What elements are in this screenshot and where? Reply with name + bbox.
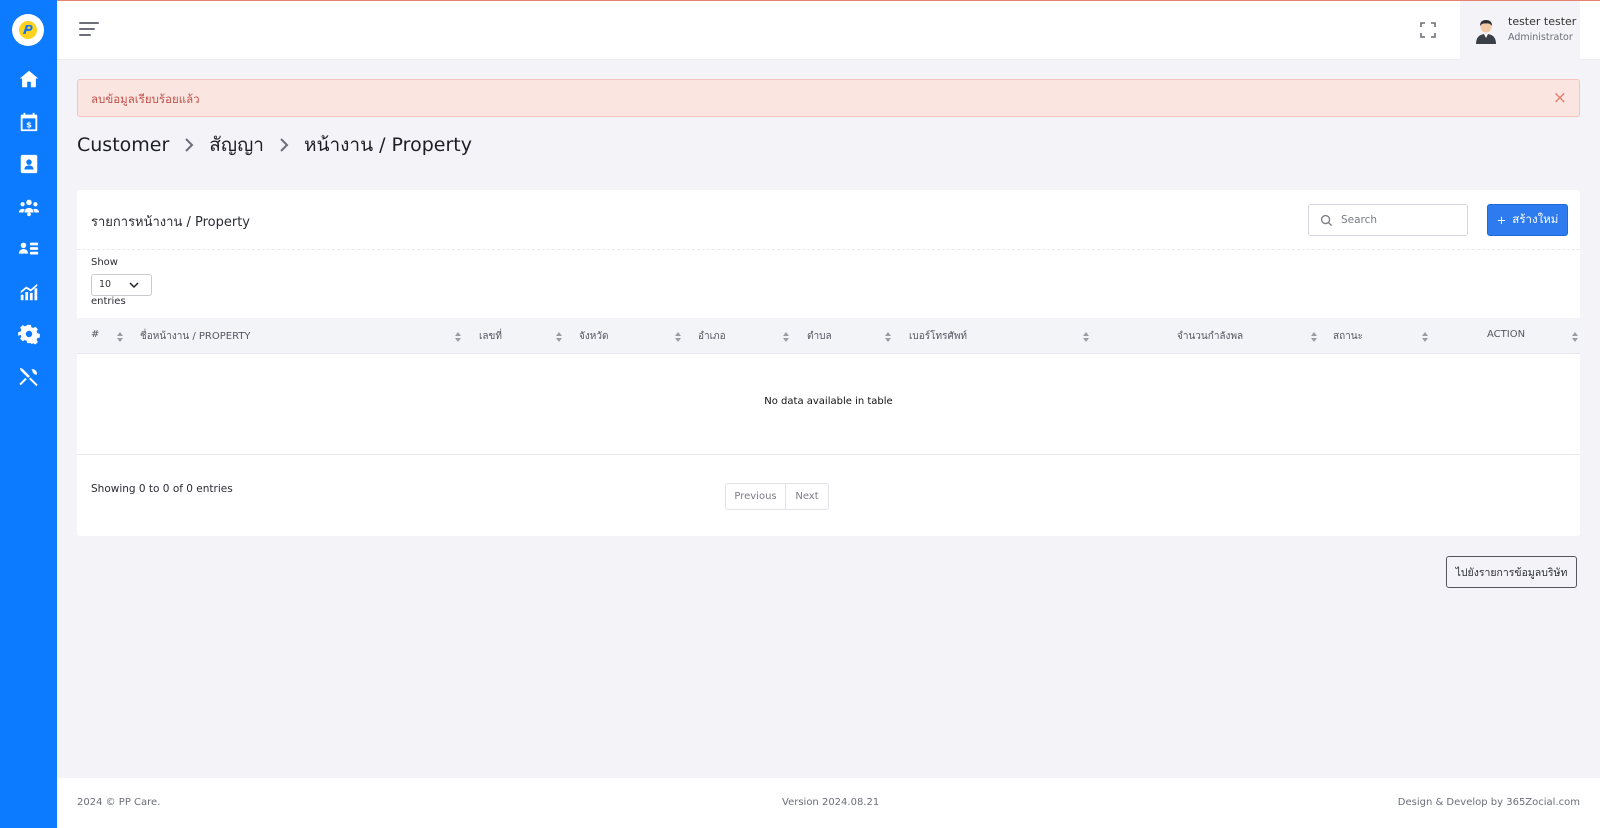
card-title: รายการหน้างาน / Property <box>91 215 250 230</box>
entries-label: entries <box>91 296 126 307</box>
sidebar: $ <box>0 0 57 828</box>
sidebar-item-analytics[interactable] <box>0 272 57 312</box>
goto-company-list-button[interactable]: ไปยังรายการข้อมูลบริษัท <box>1446 556 1577 588</box>
sidebar-item-team[interactable] <box>0 187 57 227</box>
column-header-phone[interactable]: เบอร์โทรศัพท์ <box>909 329 967 344</box>
chevron-right-icon <box>169 138 209 152</box>
settings-gear-icon <box>17 324 40 345</box>
table-info: Showing 0 to 0 of 0 entries <box>91 483 233 495</box>
sidebar-item-user-list[interactable] <box>0 229 57 269</box>
sidebar-item-settings[interactable] <box>0 314 57 354</box>
sort-icon[interactable] <box>1572 332 1578 342</box>
sort-icon[interactable] <box>783 332 789 342</box>
table-row-empty: No data available in table <box>77 354 1580 455</box>
page-size-value: 10 <box>99 279 112 290</box>
success-alert: ลบข้อมูลเรียบร้อยแล้ว × <box>77 79 1580 117</box>
close-icon[interactable]: × <box>1553 89 1567 107</box>
user-menu[interactable]: tester tester Administrator <box>1460 1 1580 60</box>
next-page-button[interactable]: Next <box>786 483 829 510</box>
billing-calendar-icon: $ <box>20 112 37 132</box>
create-new-button[interactable]: + สร้างใหม่ <box>1487 204 1568 236</box>
column-header-staff-count[interactable]: จำนวนกำลังพล <box>1177 329 1243 344</box>
column-header-index[interactable]: # <box>91 329 99 340</box>
user-name: tester tester <box>1508 15 1577 28</box>
sort-icon[interactable] <box>1083 332 1089 342</box>
breadcrumb: Customer สัญญา หน้างาน / Property <box>77 132 472 158</box>
breadcrumb-item-contract[interactable]: สัญญา <box>209 130 264 160</box>
fullscreen-icon[interactable] <box>1420 22 1436 38</box>
sort-icon[interactable] <box>1311 332 1317 342</box>
column-header-district[interactable]: อำเภอ <box>698 329 726 344</box>
svg-text:$: $ <box>26 120 32 130</box>
sort-icon[interactable] <box>1422 332 1428 342</box>
top-bar: tester tester Administrator <box>57 0 1600 60</box>
sidebar-item-home[interactable] <box>0 59 57 99</box>
show-label: Show <box>91 257 118 268</box>
pp-care-logo-icon <box>19 21 37 39</box>
sort-icon[interactable] <box>556 332 562 342</box>
search-input[interactable] <box>1341 211 1461 229</box>
analytics-chart-icon <box>20 283 37 301</box>
sort-icon[interactable] <box>885 332 891 342</box>
column-header-action[interactable]: ACTION <box>1487 329 1525 340</box>
sort-icon[interactable] <box>675 332 681 342</box>
footer-version: Version 2024.08.21 <box>782 797 880 808</box>
footer: 2024 © PP Care. Version 2024.08.21 Desig… <box>57 778 1600 828</box>
table-header: # ชื่อหน้างาน / PROPERTY เลขที่ จังหวัด … <box>77 318 1580 354</box>
search-icon <box>1320 214 1333 227</box>
column-header-number[interactable]: เลขที่ <box>479 329 502 344</box>
tools-icon <box>18 367 38 387</box>
team-icon <box>18 199 39 217</box>
property-list-card: รายการหน้างาน / Property + สร้างใหม่ Sho… <box>77 190 1580 536</box>
previous-page-button[interactable]: Previous <box>725 483 786 510</box>
page-size-select[interactable]: 10 <box>91 274 152 296</box>
breadcrumb-item-property: หน้างาน / Property <box>303 134 472 156</box>
chevron-down-icon <box>129 282 139 289</box>
contacts-book-icon <box>20 154 37 174</box>
chevron-right-icon <box>264 138 304 152</box>
pagination: Previous Next <box>725 483 829 510</box>
sort-icon[interactable] <box>117 332 123 342</box>
divider <box>77 249 1580 250</box>
empty-table-message: No data available in table <box>764 396 893 407</box>
plus-icon: + <box>1496 213 1507 227</box>
logo[interactable] <box>12 14 44 46</box>
column-header-province[interactable]: จังหวัด <box>579 329 608 344</box>
menu-toggle-icon[interactable] <box>79 22 99 38</box>
sidebar-item-billing[interactable]: $ <box>0 102 57 142</box>
user-role: Administrator <box>1508 32 1573 43</box>
breadcrumb-item-customer[interactable]: Customer <box>77 134 169 156</box>
home-icon <box>19 70 38 88</box>
sidebar-item-contacts[interactable] <box>0 144 57 184</box>
search-field[interactable] <box>1308 204 1468 236</box>
footer-credit[interactable]: Design & Develop by 365Zocial.com <box>1398 797 1580 808</box>
column-header-property-name[interactable]: ชื่อหน้างาน / PROPERTY <box>140 329 251 344</box>
alert-message: ลบข้อมูลเรียบร้อยแล้ว <box>91 92 200 106</box>
column-header-status[interactable]: สถานะ <box>1333 329 1363 344</box>
create-new-label: สร้างใหม่ <box>1512 212 1559 226</box>
sidebar-item-tools[interactable] <box>0 357 57 397</box>
avatar <box>1476 20 1496 44</box>
sort-icon[interactable] <box>455 332 461 342</box>
column-header-subdistrict[interactable]: ตำบล <box>807 329 832 344</box>
footer-copyright: 2024 © PP Care. <box>77 797 161 808</box>
user-list-icon <box>18 242 38 255</box>
